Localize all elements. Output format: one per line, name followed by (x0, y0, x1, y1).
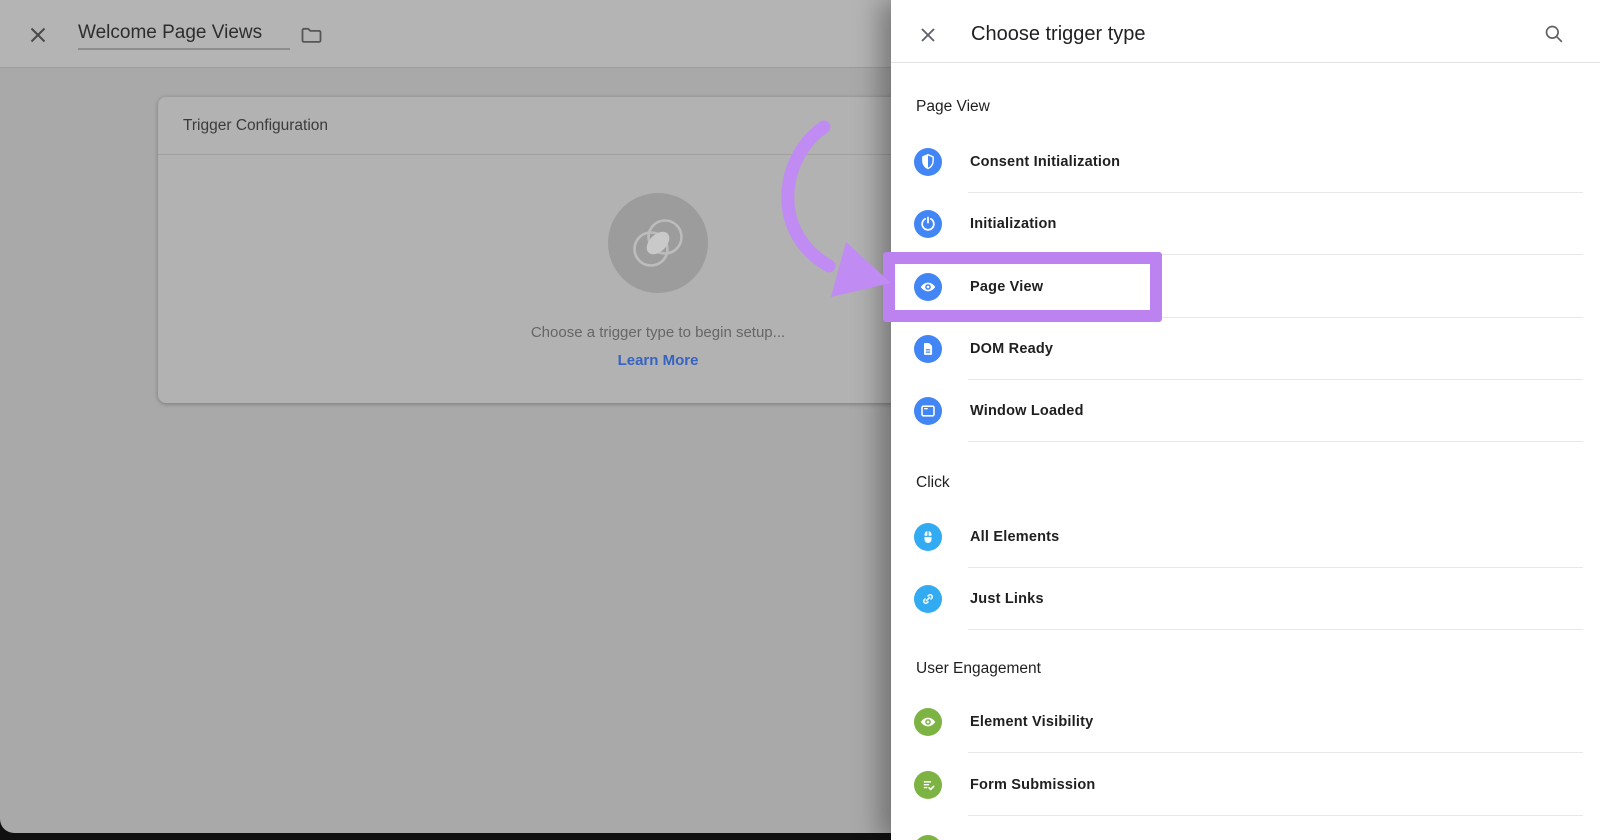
editor-topbar: Welcome Page Views (0, 0, 891, 68)
trigger-placeholder-icon (608, 193, 708, 293)
trigger-icon-partial[interactable] (914, 835, 942, 840)
mouse-icon (914, 523, 942, 551)
section-header-page-view: Page View (916, 97, 990, 117)
trigger-card-body[interactable]: Choose a trigger type to begin setup... … (158, 155, 891, 369)
section-header-user-engagement: User Engagement (916, 659, 1041, 679)
trigger-option-label: Just Links (970, 591, 1044, 607)
panel-header: Choose trigger type (891, 0, 1600, 63)
trigger-option-just-links[interactable]: Just Links (891, 568, 1600, 630)
close-panel-icon[interactable] (918, 25, 938, 45)
trigger-option-initialization[interactable]: Initialization (891, 193, 1600, 255)
eye-icon (914, 708, 942, 736)
window-icon (914, 397, 942, 425)
choose-trigger-type-panel: Choose trigger type Page View Consent In… (891, 0, 1600, 840)
trigger-option-label: Element Visibility (970, 714, 1093, 730)
power-icon (914, 210, 942, 238)
trigger-option-label: Initialization (970, 216, 1057, 232)
document-icon (914, 335, 942, 363)
trigger-option-label: Window Loaded (970, 403, 1084, 419)
trigger-option-label: DOM Ready (970, 341, 1053, 357)
trigger-option-form-submission[interactable]: Form Submission (891, 754, 1600, 816)
search-icon[interactable] (1543, 23, 1565, 45)
trigger-option-dom-ready[interactable]: DOM Ready (891, 318, 1600, 380)
trigger-option-all-elements[interactable]: All Elements (891, 506, 1600, 568)
trigger-option-page-view[interactable]: Page View (891, 256, 1600, 318)
trigger-option-label: Page View (970, 279, 1043, 295)
editor-region: Welcome Page Views Trigger Configuration… (0, 0, 891, 840)
trigger-option-window-loaded[interactable]: Window Loaded (891, 380, 1600, 442)
trigger-option-label: All Elements (970, 529, 1059, 545)
learn-more-link[interactable]: Learn More (158, 352, 891, 369)
link-icon (914, 585, 942, 613)
trigger-placeholder-text: Choose a trigger type to begin setup... (158, 324, 891, 341)
trigger-card-title: Trigger Configuration (158, 97, 891, 155)
folder-icon[interactable] (299, 23, 323, 47)
trigger-option-label: Consent Initialization (970, 154, 1120, 170)
trigger-option-consent-initialization[interactable]: Consent Initialization (891, 131, 1600, 193)
form-check-icon (914, 771, 942, 799)
trigger-option-element-visibility[interactable]: Element Visibility (891, 691, 1600, 753)
eye-icon (914, 273, 942, 301)
shield-icon (914, 148, 942, 176)
close-editor-icon[interactable] (27, 24, 49, 46)
section-header-click: Click (916, 473, 950, 493)
trigger-option-label: Form Submission (970, 777, 1095, 793)
trigger-name-field[interactable]: Welcome Page Views (78, 22, 290, 50)
panel-title: Choose trigger type (971, 23, 1146, 46)
editor-surface: Welcome Page Views Trigger Configuration… (0, 0, 891, 833)
trigger-configuration-card: Trigger Configuration Choose a trigger t… (158, 97, 891, 403)
